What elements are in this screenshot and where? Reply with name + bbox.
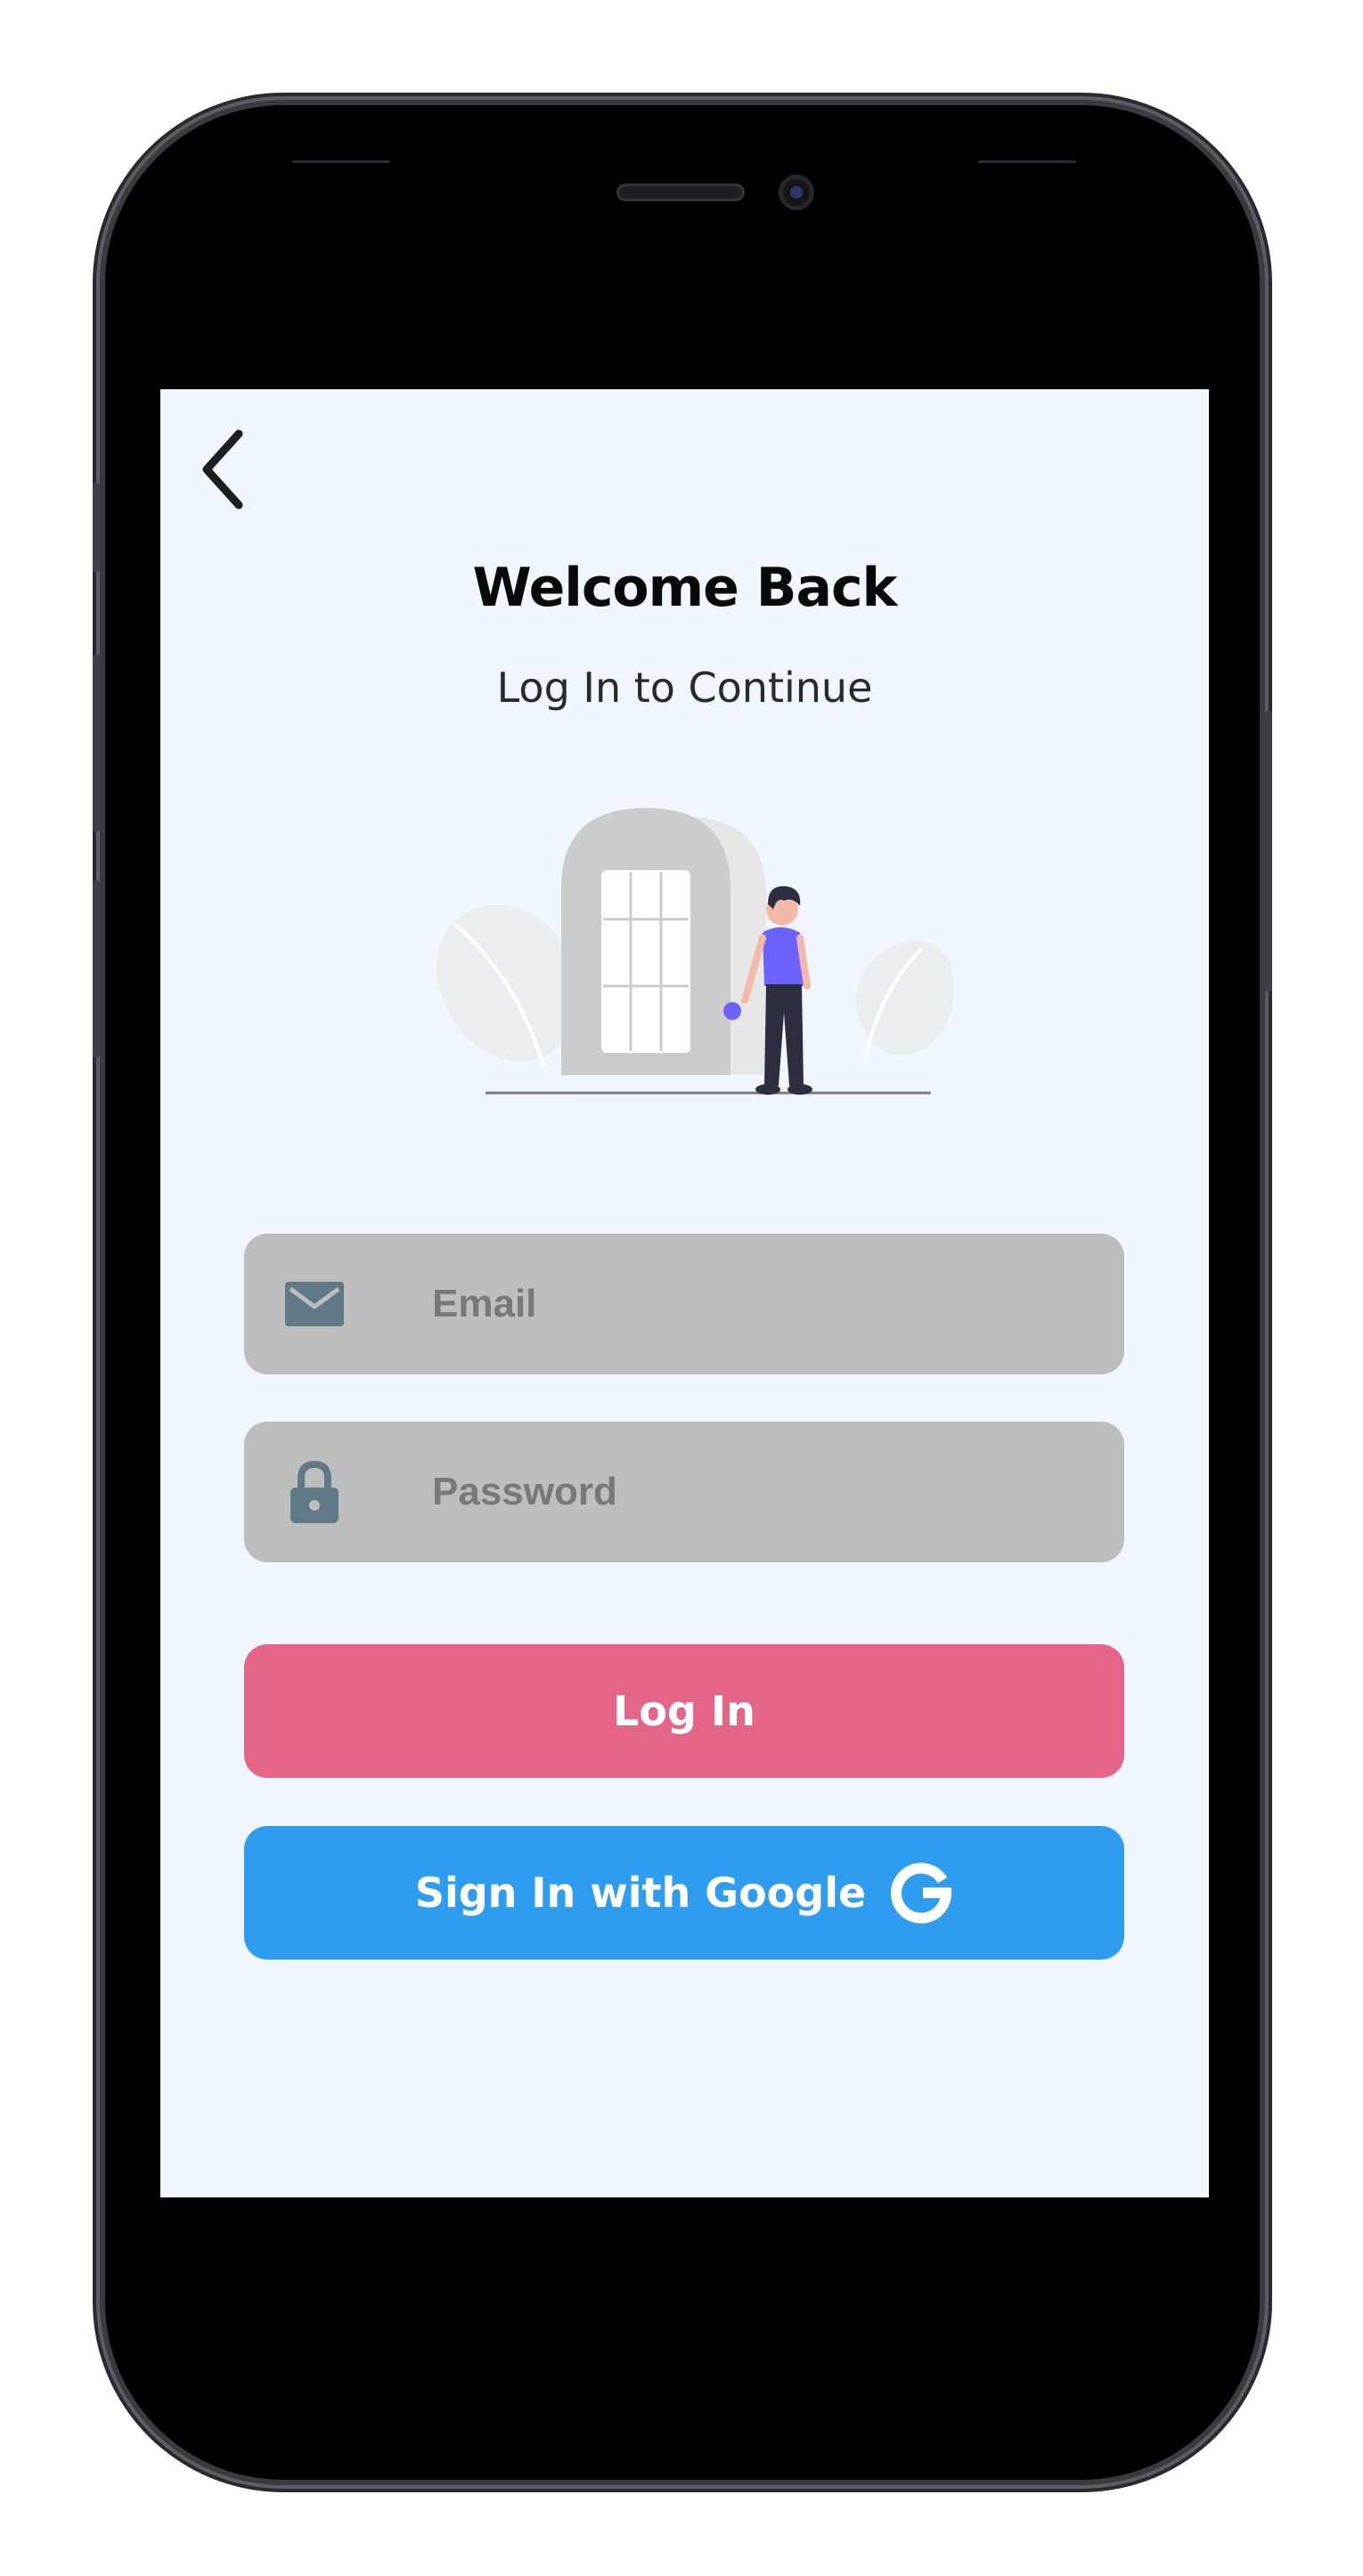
top-bezel-line-right [978, 160, 1076, 163]
top-bezel-line-left [292, 160, 390, 163]
chevron-left-icon [202, 429, 243, 509]
google-signin-label: Sign In with Google [414, 1869, 867, 1917]
password-field[interactable]: Password [244, 1422, 1124, 1562]
email-field[interactable]: Email [244, 1234, 1124, 1374]
earpiece-speaker [616, 183, 745, 201]
login-button-label: Log In [613, 1687, 755, 1735]
phone-volume-up [93, 654, 100, 832]
envelope-icon [285, 1282, 344, 1326]
phone-power-button [1265, 711, 1272, 992]
lock-icon [290, 1461, 339, 1523]
email-placeholder: Email [432, 1282, 537, 1325]
phone-volume-down [93, 880, 100, 1058]
back-button[interactable] [198, 425, 260, 514]
password-placeholder: Password [432, 1470, 617, 1513]
page-title: Welcome Back [472, 557, 898, 619]
door-illustration [436, 808, 953, 1095]
login-screen: Welcome Back Log In to Continue Email Pa… [160, 389, 1209, 2197]
phone-silent-switch [93, 483, 100, 572]
google-g-icon [891, 1863, 952, 1924]
page-subtitle: Log In to Continue [496, 664, 873, 712]
google-signin-button[interactable]: Sign In with Google [244, 1826, 1124, 1960]
login-button[interactable]: Log In [244, 1644, 1124, 1778]
front-camera [779, 175, 814, 210]
